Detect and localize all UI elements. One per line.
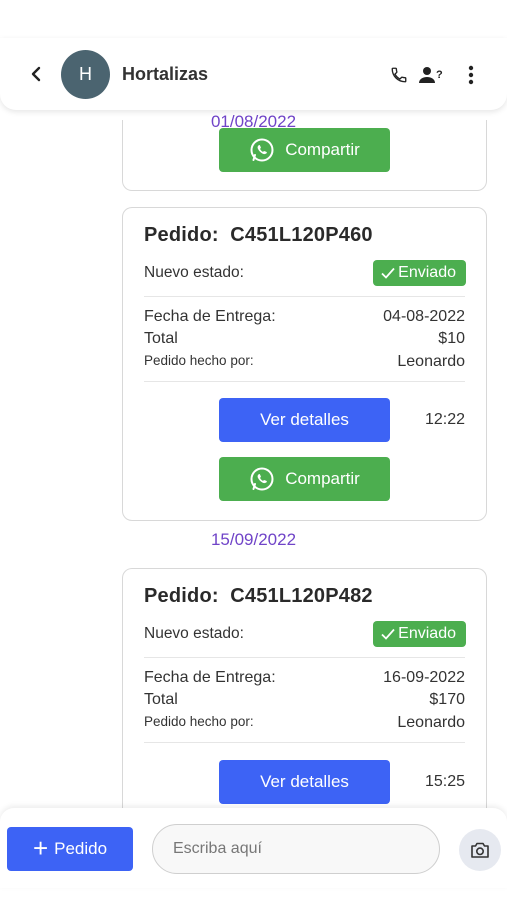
composer-bar: + Pedido <box>0 808 507 888</box>
delivery-value: 04-08-2022 <box>383 308 465 325</box>
chat-header: H Hortalizas ? <box>0 38 507 110</box>
message-time: 12:22 <box>424 411 465 428</box>
svg-text:?: ? <box>436 69 443 81</box>
contact-info-button[interactable]: ? <box>419 63 445 87</box>
chevron-left-icon <box>31 66 41 82</box>
status-badge: Enviado <box>373 621 466 647</box>
order-title: Pedido: C451L120P460 <box>144 224 373 247</box>
total-label: Total <box>144 330 178 347</box>
delivery-label: Fecha de Entrega: <box>144 308 276 325</box>
message-time: 15:25 <box>424 773 465 790</box>
order-code: C451L120P482 <box>230 585 373 607</box>
delivery-row: Fecha de Entrega: 16-09-2022 <box>144 669 465 687</box>
chat-title: Hortalizas <box>122 64 209 84</box>
total-label: Total <box>144 691 178 708</box>
delivery-row: Fecha de Entrega: 04-08-2022 <box>144 308 465 326</box>
divider <box>144 657 465 658</box>
share-label: Compartir <box>285 140 360 159</box>
whatsapp-icon <box>250 467 274 491</box>
share-button[interactable]: Compartir <box>219 457 390 501</box>
new-order-button[interactable]: + Pedido <box>7 827 133 871</box>
phone-icon <box>391 67 407 83</box>
status-badge: Enviado <box>373 260 466 286</box>
share-button[interactable]: Compartir <box>219 128 390 172</box>
check-icon <box>381 267 395 279</box>
total-value: $10 <box>438 330 465 347</box>
message-input[interactable] <box>152 824 440 874</box>
date-separator: 01/08/2022 <box>0 112 507 136</box>
divider <box>144 296 465 297</box>
share-label: Compartir <box>285 469 360 488</box>
order-card: Pedido: C451L120P460 Nuevo estado: Envia… <box>122 207 487 521</box>
total-value: $170 <box>429 691 465 708</box>
check-icon <box>381 628 395 640</box>
order-code: C451L120P460 <box>230 224 373 246</box>
person-question-icon: ? <box>419 67 443 83</box>
ordered-by-label: Pedido hecho por: <box>144 353 254 368</box>
ordered-by-value: Leonardo <box>397 714 465 731</box>
plus-icon: + <box>32 833 49 863</box>
new-order-label: Pedido <box>54 839 108 858</box>
camera-icon <box>471 842 489 858</box>
total-row: Total $10 <box>144 330 465 348</box>
state-label: Nuevo estado: <box>144 625 244 642</box>
view-details-button[interactable]: Ver detalles <box>219 760 390 804</box>
order-title-prefix: Pedido: <box>144 224 219 246</box>
order-title-prefix: Pedido: <box>144 585 219 607</box>
order-title: Pedido: C451L120P482 <box>144 585 373 608</box>
call-button[interactable] <box>387 63 411 87</box>
delivery-value: 16-09-2022 <box>383 669 465 686</box>
date-label: 15/09/2022 <box>210 530 297 549</box>
ordered-by-label: Pedido hecho por: <box>144 714 254 729</box>
date-separator: 15/09/2022 <box>0 530 507 550</box>
total-row: Total $170 <box>144 691 465 709</box>
back-button[interactable] <box>24 62 48 86</box>
order-card: Pedido: C451L120P482 Nuevo estado: Envia… <box>122 568 487 828</box>
more-vertical-icon <box>468 65 474 85</box>
whatsapp-icon <box>250 138 274 162</box>
status-label: Enviado <box>398 625 456 642</box>
status-label: Enviado <box>398 264 456 281</box>
avatar[interactable]: H <box>61 50 110 99</box>
ordered-by-value: Leonardo <box>397 353 465 370</box>
divider <box>144 381 465 382</box>
more-options-button[interactable] <box>459 63 483 87</box>
view-details-button[interactable]: Ver detalles <box>219 398 390 442</box>
state-label: Nuevo estado: <box>144 264 244 281</box>
ordered-by-row: Pedido hecho por: Leonardo <box>144 353 465 371</box>
camera-button[interactable] <box>459 829 501 871</box>
ordered-by-row: Pedido hecho por: Leonardo <box>144 714 465 732</box>
delivery-label: Fecha de Entrega: <box>144 669 276 686</box>
date-label: 01/08/2022 <box>210 112 297 131</box>
divider <box>144 742 465 743</box>
